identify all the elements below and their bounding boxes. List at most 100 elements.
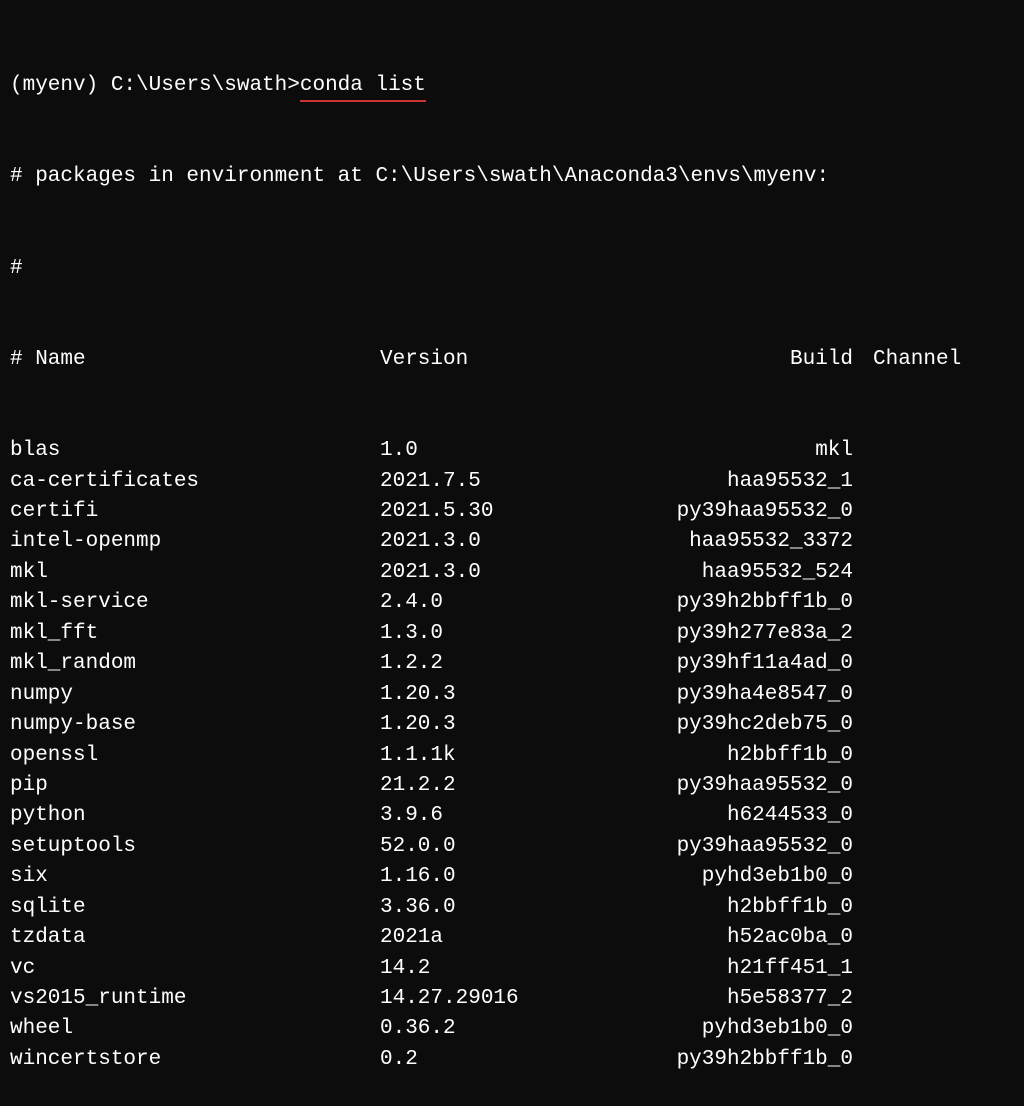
package-version: 1.1.1k (380, 741, 605, 771)
packages-list: blas1.0mklca-certificates2021.7.5haa9553… (10, 436, 1014, 1075)
package-name: vc (10, 954, 380, 984)
env-path-line: # packages in environment at C:\Users\sw… (10, 162, 1014, 192)
package-row: tzdata2021ah52ac0ba_0 (10, 923, 1014, 953)
package-name: setuptools (10, 832, 380, 862)
package-version: 3.9.6 (380, 801, 605, 831)
package-row: mkl-service2.4.0py39h2bbff1b_0 (10, 588, 1014, 618)
package-version: 14.27.29016 (380, 984, 605, 1014)
package-channel (853, 588, 873, 618)
package-channel (853, 832, 873, 862)
package-name: numpy-base (10, 710, 380, 740)
package-build: py39h277e83a_2 (605, 619, 853, 649)
package-build: py39haa95532_0 (605, 832, 853, 862)
package-version: 1.16.0 (380, 862, 605, 892)
package-build: mkl (605, 436, 853, 466)
package-version: 14.2 (380, 954, 605, 984)
package-build: haa95532_524 (605, 558, 853, 588)
package-row: mkl2021.3.0haa95532_524 (10, 558, 1014, 588)
package-row: numpy-base1.20.3py39hc2deb75_0 (10, 710, 1014, 740)
prompt-line: (myenv) C:\Users\swath>conda list (10, 71, 1014, 101)
command-underline (300, 100, 426, 102)
package-channel (853, 710, 873, 740)
package-channel (853, 649, 873, 679)
package-row: pip21.2.2py39haa95532_0 (10, 771, 1014, 801)
header-version: Version (380, 345, 605, 375)
package-build: pyhd3eb1b0_0 (605, 862, 853, 892)
terminal-output[interactable]: (myenv) C:\Users\swath>conda list # pack… (10, 10, 1014, 1106)
prompt-env: (myenv) (10, 71, 98, 101)
package-row: mkl_fft1.3.0py39h277e83a_2 (10, 619, 1014, 649)
package-build: py39hf11a4ad_0 (605, 649, 853, 679)
package-name: six (10, 862, 380, 892)
package-version: 2021a (380, 923, 605, 953)
package-row: openssl1.1.1kh2bbff1b_0 (10, 741, 1014, 771)
package-row: vs2015_runtime14.27.29016h5e58377_2 (10, 984, 1014, 1014)
package-version: 1.3.0 (380, 619, 605, 649)
package-version: 1.0 (380, 436, 605, 466)
package-name: vs2015_runtime (10, 984, 380, 1014)
package-row: vc14.2h21ff451_1 (10, 954, 1014, 984)
package-version: 2.4.0 (380, 588, 605, 618)
package-channel (853, 436, 873, 466)
package-row: numpy1.20.3py39ha4e8547_0 (10, 680, 1014, 710)
package-name: mkl_fft (10, 619, 380, 649)
package-name: openssl (10, 741, 380, 771)
package-version: 2021.5.30 (380, 497, 605, 527)
package-version: 21.2.2 (380, 771, 605, 801)
package-name: mkl (10, 558, 380, 588)
prompt-command: conda list (300, 71, 426, 101)
package-row: six1.16.0pyhd3eb1b0_0 (10, 862, 1014, 892)
package-name: mkl_random (10, 649, 380, 679)
prompt-path: C:\Users\swath> (111, 71, 300, 101)
package-channel (853, 1045, 873, 1075)
package-name: certifi (10, 497, 380, 527)
header-row: # NameVersionBuildChannel (10, 345, 1014, 375)
package-build: haa95532_1 (605, 467, 853, 497)
package-name: python (10, 801, 380, 831)
package-row: wheel0.36.2pyhd3eb1b0_0 (10, 1014, 1014, 1044)
package-build: py39hc2deb75_0 (605, 710, 853, 740)
package-channel (853, 984, 873, 1014)
package-row: ca-certificates2021.7.5haa95532_1 (10, 467, 1014, 497)
package-name: wincertstore (10, 1045, 380, 1075)
header-name: # Name (10, 345, 380, 375)
package-row: certifi2021.5.30py39haa95532_0 (10, 497, 1014, 527)
package-build: py39h2bbff1b_0 (605, 1045, 853, 1075)
package-row: blas1.0mkl (10, 436, 1014, 466)
package-channel (853, 467, 873, 497)
package-channel (853, 497, 873, 527)
package-channel (853, 862, 873, 892)
package-name: pip (10, 771, 380, 801)
package-row: sqlite3.36.0h2bbff1b_0 (10, 893, 1014, 923)
package-name: sqlite (10, 893, 380, 923)
package-row: setuptools52.0.0py39haa95532_0 (10, 832, 1014, 862)
package-build: py39haa95532_0 (605, 497, 853, 527)
package-channel (853, 558, 873, 588)
package-version: 1.20.3 (380, 680, 605, 710)
package-name: intel-openmp (10, 527, 380, 557)
package-build: h2bbff1b_0 (605, 741, 853, 771)
package-name: tzdata (10, 923, 380, 953)
package-build: h5e58377_2 (605, 984, 853, 1014)
package-channel (853, 527, 873, 557)
package-build: py39ha4e8547_0 (605, 680, 853, 710)
package-name: mkl-service (10, 588, 380, 618)
package-channel (853, 680, 873, 710)
package-channel (853, 923, 873, 953)
package-build: h6244533_0 (605, 801, 853, 831)
package-build: py39h2bbff1b_0 (605, 588, 853, 618)
header-build: Build (605, 345, 853, 375)
package-row: mkl_random1.2.2py39hf11a4ad_0 (10, 649, 1014, 679)
package-name: ca-certificates (10, 467, 380, 497)
package-version: 2021.3.0 (380, 527, 605, 557)
package-name: wheel (10, 1014, 380, 1044)
package-channel (853, 619, 873, 649)
package-build: py39haa95532_0 (605, 771, 853, 801)
package-version: 3.36.0 (380, 893, 605, 923)
package-row: wincertstore0.2py39h2bbff1b_0 (10, 1045, 1014, 1075)
package-channel (853, 893, 873, 923)
package-version: 2021.3.0 (380, 558, 605, 588)
package-name: numpy (10, 680, 380, 710)
package-build: h2bbff1b_0 (605, 893, 853, 923)
package-version: 0.2 (380, 1045, 605, 1075)
